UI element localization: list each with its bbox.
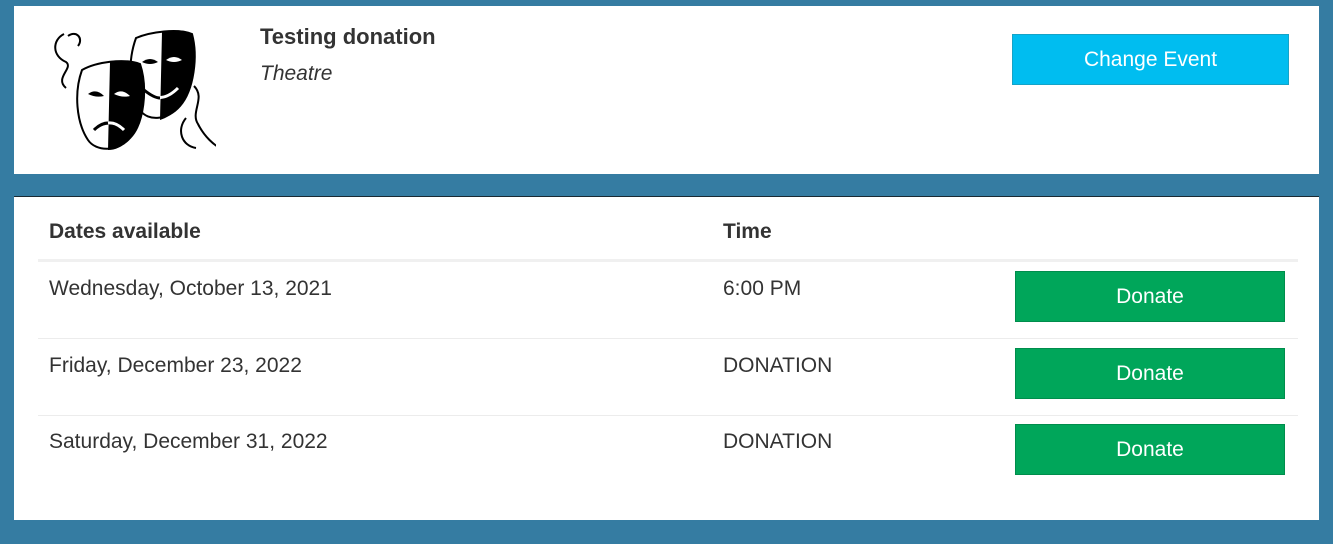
table-row: Wednesday, October 13, 2021 6:00 PM Dona… [38,262,1298,339]
table-row: Saturday, December 31, 2022 DONATION Don… [38,415,1298,492]
event-title: Testing donation [260,24,436,49]
event-category: Theatre [260,62,333,85]
table-row: Friday, December 23, 2022 DONATION Donat… [38,339,1298,416]
row-date: Saturday, December 31, 2022 [49,430,328,453]
donate-button[interactable]: Donate [1015,348,1285,399]
row-time: DONATION [723,354,833,377]
column-header-time: Time [723,220,772,243]
donate-button[interactable]: Donate [1015,424,1285,475]
event-header-card: Testing donation Theatre Change Event [14,6,1319,174]
dates-table: Dates available Time Wednesday, October … [14,196,1319,520]
table-header: Dates available Time [38,197,1298,262]
donate-button[interactable]: Donate [1015,271,1285,322]
row-date: Wednesday, October 13, 2021 [49,277,332,300]
column-header-dates: Dates available [49,220,201,243]
change-event-button[interactable]: Change Event [1012,34,1289,85]
row-time: DONATION [723,430,833,453]
theatre-masks-icon [44,26,225,156]
row-date: Friday, December 23, 2022 [49,354,302,377]
row-time: 6:00 PM [723,277,802,300]
